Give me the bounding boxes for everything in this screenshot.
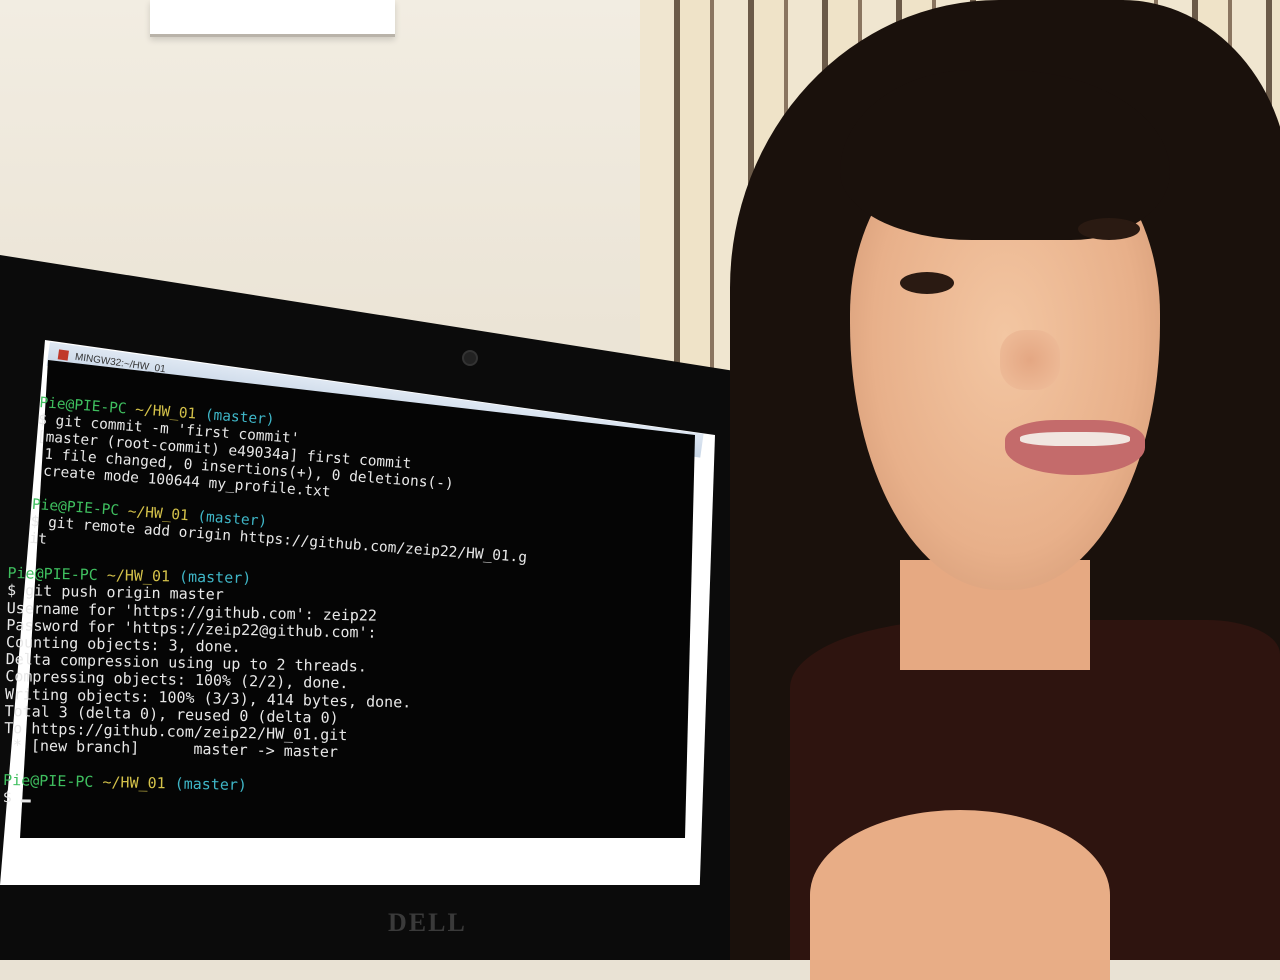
person-nose (1000, 330, 1060, 390)
person-teeth (1020, 432, 1130, 446)
terminal-output-lower: Pie@PIE-PC ~/HW_01 (master) $ git push or… (3, 548, 668, 820)
picture-frame (150, 0, 395, 37)
terminal-cursor[interactable] (20, 799, 31, 803)
webcam (462, 350, 478, 366)
prompt-path: ~/HW_01 (102, 772, 166, 792)
dell-logo: DELL (388, 908, 467, 937)
prompt-symbol: $ (2, 787, 22, 807)
person-right-eye (1078, 218, 1140, 240)
person-left-eye (900, 272, 954, 294)
person-mouth (1005, 420, 1145, 475)
person-arm (810, 810, 1110, 980)
prompt-branch: (master) (174, 774, 248, 794)
mingw-icon (57, 349, 69, 361)
